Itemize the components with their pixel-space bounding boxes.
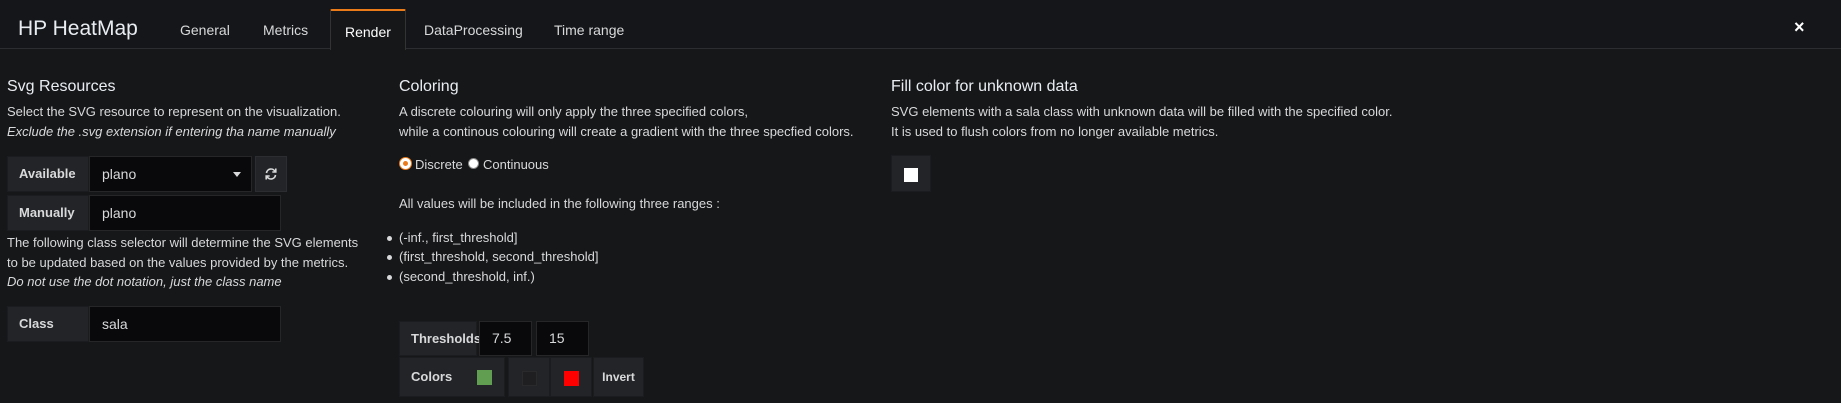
unknown-color-description-1: SVG elements with a sala class with unkn… [891, 104, 1393, 119]
bullet [387, 236, 392, 241]
class-label: Class [7, 306, 89, 342]
threshold-1-input[interactable]: 7.5 [479, 321, 532, 356]
available-select[interactable]: plano [89, 156, 252, 192]
low-color-swatch[interactable] [477, 370, 492, 385]
colors-label-text: Colors [411, 369, 453, 384]
threshold-2-input[interactable]: 15 [536, 321, 589, 356]
tab-general[interactable]: General [180, 22, 230, 38]
colors-label: Colors [399, 357, 505, 397]
class-input[interactable]: sala [89, 306, 281, 342]
bullet [387, 275, 392, 280]
continuous-label: Continuous [483, 157, 549, 172]
bullet [387, 255, 392, 260]
discrete-label: Discrete [415, 157, 463, 172]
class-description-2: to be updated based on the values provid… [7, 255, 349, 270]
manually-label: Manually [7, 195, 89, 231]
thresholds-label: Thresholds [399, 321, 481, 356]
mid-color-picker[interactable] [508, 357, 550, 397]
svg-resources-description: Select the SVG resource to represent on … [7, 104, 341, 119]
coloring-heading: Coloring [399, 78, 459, 95]
tab-dataprocessing[interactable]: DataProcessing [424, 22, 523, 38]
unknown-color-swatch [904, 168, 918, 182]
unknown-color-picker[interactable] [891, 155, 931, 192]
editor-header: HP HeatMap General Metrics Render DataPr… [0, 0, 1841, 50]
tab-time-range[interactable]: Time range [554, 22, 624, 38]
svg-resources-hint: Exclude the .svg extension if entering t… [7, 124, 336, 139]
tab-render[interactable]: Render [330, 9, 406, 50]
range-item-3: (second_threshold, inf.) [399, 269, 535, 284]
ranges-intro: All values will be included in the follo… [399, 196, 720, 211]
close-icon[interactable]: × [1794, 17, 1805, 38]
invert-button[interactable]: Invert [593, 357, 644, 397]
available-label: Available [7, 156, 89, 192]
refresh-icon [265, 168, 277, 180]
high-color-swatch [564, 371, 579, 386]
range-item-2: (first_threshold, second_threshold] [399, 249, 599, 264]
refresh-button[interactable] [255, 156, 287, 192]
coloring-description-2: while a continous colouring will create … [399, 124, 854, 139]
svg-resources-heading: Svg Resources [7, 78, 116, 95]
continuous-radio[interactable] [468, 158, 479, 169]
mid-color-swatch [522, 371, 537, 386]
tab-metrics[interactable]: Metrics [263, 22, 308, 38]
class-description-hint: Do not use the dot notation, just the cl… [7, 274, 282, 289]
panel-title: HP HeatMap [18, 17, 138, 40]
class-description-1: The following class selector will determ… [7, 235, 359, 250]
coloring-description-1: A discrete colouring will only apply the… [399, 104, 749, 119]
high-color-picker[interactable] [550, 357, 592, 397]
discrete-radio[interactable] [400, 158, 411, 169]
unknown-color-description-2: It is used to flush colors from no longe… [891, 124, 1219, 139]
available-select-value: plano [102, 166, 137, 182]
manually-input[interactable]: plano [89, 195, 281, 231]
range-item-1: (-inf., first_threshold] [399, 230, 518, 245]
caret-down-icon [233, 172, 241, 177]
unknown-color-heading: Fill color for unknown data [891, 78, 1078, 95]
